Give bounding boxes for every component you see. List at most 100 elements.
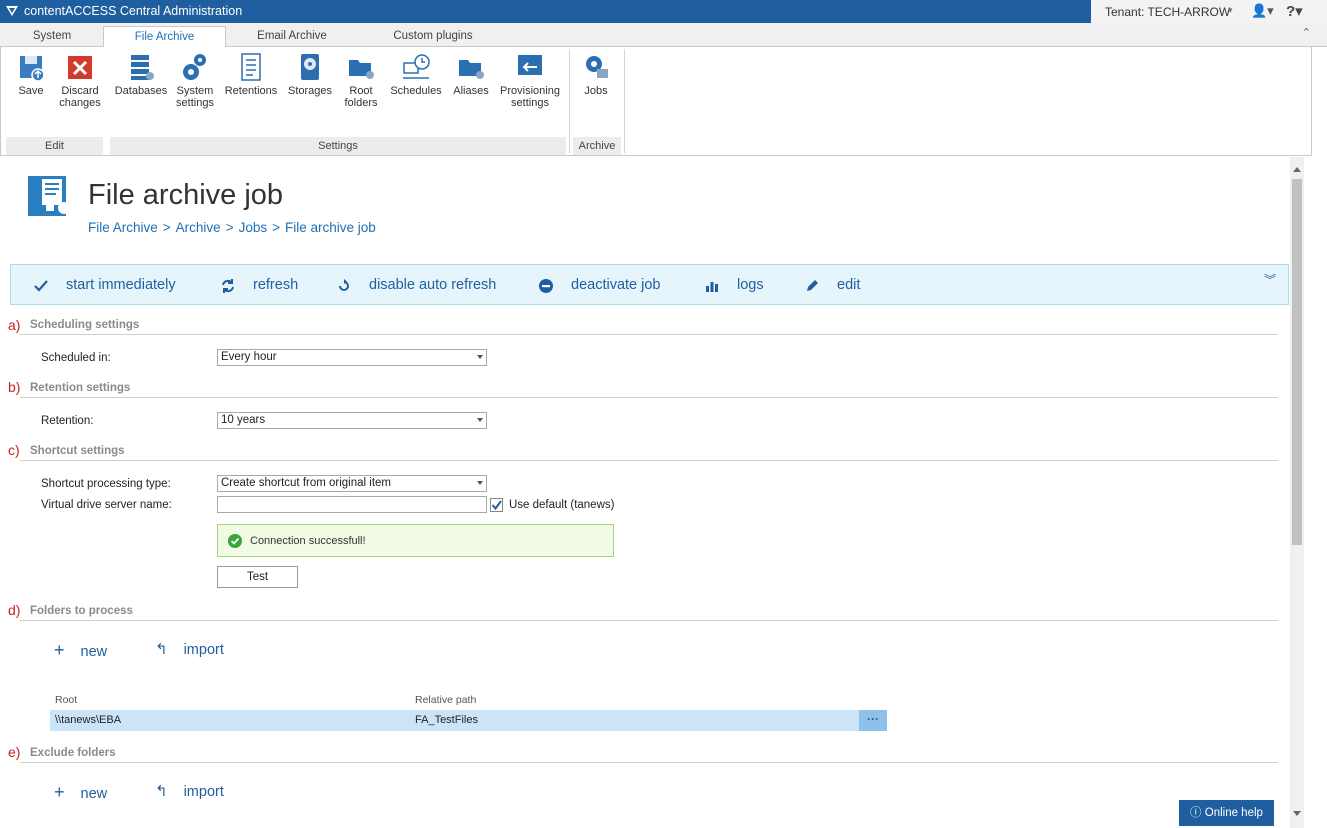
breadcrumb-archive[interactable]: Archive bbox=[176, 220, 221, 235]
retention-label: Retention: bbox=[41, 415, 94, 427]
section-title-shortcut: Shortcut settings bbox=[30, 445, 125, 457]
chevron-down-icon[interactable]: ▾ bbox=[1228, 5, 1233, 16]
scheduled-in-value: Every hour bbox=[221, 351, 277, 363]
new-exclude-button[interactable]: + new bbox=[54, 782, 107, 803]
disable-auto-refresh-button[interactable]: disable auto refresh bbox=[339, 277, 496, 293]
tab-custom-plugins[interactable]: Custom plugins bbox=[368, 26, 498, 47]
aliases-button[interactable]: Aliases bbox=[450, 51, 492, 97]
databases-button[interactable]: Databases bbox=[112, 51, 170, 97]
schedules-label: Schedules bbox=[390, 85, 442, 97]
app-title: contentACCESS Central Administration bbox=[24, 4, 243, 18]
bar-chart-icon bbox=[706, 282, 718, 292]
provisioning-settings-button[interactable]: Provisioning settings bbox=[496, 51, 564, 109]
retentions-button[interactable]: Retentions bbox=[222, 51, 280, 97]
tab-file-archive[interactable]: File Archive bbox=[103, 26, 226, 48]
refresh-icon bbox=[222, 279, 234, 293]
section-marker-b: b) bbox=[8, 379, 21, 395]
section-title-folders: Folders to process bbox=[30, 605, 133, 617]
section-title-exclude: Exclude folders bbox=[30, 747, 116, 759]
test-button[interactable]: Test bbox=[217, 566, 298, 588]
breadcrumb: File Archive > Archive > Jobs > File archive j… bbox=[88, 220, 376, 235]
online-help-button[interactable]: ⓘ Online help bbox=[1179, 800, 1274, 826]
collapse-ribbon-icon[interactable]: ⌃ bbox=[1302, 26, 1311, 39]
plus-icon: + bbox=[54, 782, 65, 802]
retention-icon bbox=[241, 53, 261, 81]
ribbon-divider bbox=[624, 49, 625, 153]
virtual-drive-server-label: Virtual drive server name: bbox=[41, 499, 172, 511]
ribbon-group-settings: Settings bbox=[110, 137, 566, 155]
title-bar: contentACCESS Central Administration Ten… bbox=[0, 0, 1327, 23]
double-chevron-down-icon[interactable]: ︾ bbox=[1264, 271, 1276, 288]
discard-label: Discard changes bbox=[59, 85, 101, 109]
breadcrumb-file-archive[interactable]: File Archive bbox=[88, 220, 158, 235]
root-folders-label: Root folders bbox=[344, 85, 378, 109]
scroll-up-icon[interactable] bbox=[1293, 167, 1301, 172]
system-settings-button[interactable]: System settings bbox=[173, 51, 217, 109]
database-icon bbox=[131, 55, 154, 80]
jobs-gear-icon bbox=[586, 56, 608, 78]
import-folder-button[interactable]: ↰ import bbox=[155, 640, 224, 658]
connection-status-message: Connection successfull! bbox=[217, 524, 614, 557]
breadcrumb-file-archive-job[interactable]: File archive job bbox=[285, 220, 376, 235]
virtual-drive-server-input[interactable] bbox=[217, 496, 487, 513]
more-options-icon[interactable]: ··· bbox=[859, 710, 887, 731]
tab-system[interactable]: System bbox=[2, 26, 102, 47]
section-marker-d: d) bbox=[8, 602, 21, 618]
discard-changes-button[interactable]: Discard changes bbox=[57, 51, 103, 109]
new-exclude-label: new bbox=[80, 786, 108, 802]
help-icon[interactable]: ?▾ bbox=[1286, 2, 1303, 20]
storages-button[interactable]: Storages bbox=[285, 51, 335, 97]
scroll-down-icon[interactable] bbox=[1293, 811, 1301, 816]
action-bar: start immediately refresh disable auto r… bbox=[10, 264, 1289, 305]
cell-relative-path: FA_TestFiles bbox=[415, 714, 478, 726]
root-folders-button[interactable]: Root folders bbox=[341, 51, 381, 109]
jobs-label: Jobs bbox=[584, 85, 608, 97]
section-divider bbox=[20, 762, 1278, 763]
tab-email-archive[interactable]: Email Archive bbox=[230, 26, 354, 47]
schedule-icon bbox=[403, 54, 430, 79]
scrollbar-thumb[interactable] bbox=[1292, 179, 1302, 545]
section-marker-a: a) bbox=[8, 317, 21, 333]
save-button[interactable]: Save bbox=[11, 51, 51, 97]
edit-button[interactable]: edit bbox=[807, 277, 860, 293]
scheduled-in-select[interactable]: Every hour bbox=[217, 349, 487, 366]
refresh-button[interactable]: refresh bbox=[222, 277, 299, 293]
shortcut-processing-type-label: Shortcut processing type: bbox=[41, 478, 171, 490]
dropdown-caret-icon bbox=[477, 355, 483, 359]
save-label: Save bbox=[18, 85, 44, 97]
system-settings-label: System settings bbox=[176, 85, 214, 109]
ribbon-tabs: System File Archive Email Archive Custom… bbox=[0, 23, 1327, 48]
use-default-checkbox[interactable] bbox=[490, 498, 503, 512]
check-icon bbox=[34, 280, 48, 292]
table-row[interactable]: \\tanews\EBA FA_TestFiles ··· bbox=[50, 710, 887, 731]
new-folder-button[interactable]: + new bbox=[54, 640, 107, 661]
import-exclude-button[interactable]: ↰ import bbox=[155, 782, 224, 800]
jobs-button[interactable]: Jobs bbox=[576, 51, 616, 97]
dropdown-caret-icon bbox=[477, 481, 483, 485]
breadcrumb-jobs[interactable]: Jobs bbox=[239, 220, 268, 235]
schedules-button[interactable]: Schedules bbox=[387, 51, 445, 97]
shortcut-processing-type-select[interactable]: Create shortcut from original item bbox=[217, 475, 487, 492]
ribbon-group-edit: Edit bbox=[6, 137, 103, 155]
pencil-icon bbox=[807, 280, 818, 291]
retention-select[interactable]: 10 years bbox=[217, 412, 487, 429]
save-icon bbox=[20, 56, 45, 82]
use-default-label: Use default (tanews) bbox=[509, 499, 615, 511]
tenant-selector[interactable]: Tenant: TECH-ARROW bbox=[1105, 5, 1230, 19]
success-check-icon bbox=[228, 534, 242, 548]
logs-button[interactable]: logs bbox=[706, 277, 764, 293]
checkmark-icon bbox=[491, 500, 502, 511]
scheduled-in-label: Scheduled in: bbox=[41, 352, 111, 364]
logs-label: logs bbox=[737, 277, 764, 293]
refresh-label: refresh bbox=[253, 277, 299, 293]
section-marker-e: e) bbox=[8, 744, 21, 760]
section-divider bbox=[20, 334, 1278, 335]
databases-label: Databases bbox=[114, 85, 168, 97]
vertical-scrollbar[interactable] bbox=[1290, 157, 1304, 828]
ribbon-group-archive: Archive bbox=[573, 137, 621, 155]
deactivate-job-button[interactable]: deactivate job bbox=[539, 277, 661, 293]
deactivate-job-label: deactivate job bbox=[571, 277, 661, 293]
storage-icon bbox=[301, 54, 319, 80]
start-immediately-button[interactable]: start immediately bbox=[34, 277, 176, 293]
user-icon[interactable]: 👤▾ bbox=[1251, 3, 1274, 19]
